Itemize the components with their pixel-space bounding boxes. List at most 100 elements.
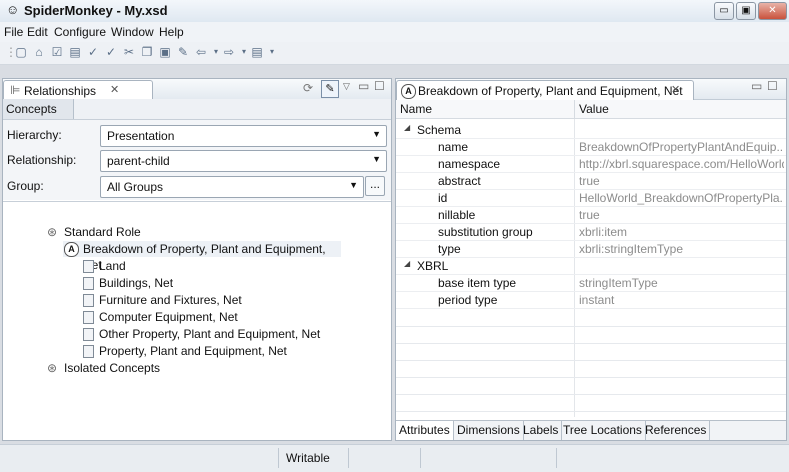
- export-icon[interactable]: ▤: [250, 45, 264, 59]
- link-editor-icon[interactable]: ✎: [321, 80, 339, 98]
- open-folder-icon[interactable]: ⌂: [32, 45, 46, 59]
- view-menu-icon[interactable]: ▽: [343, 81, 350, 92]
- tree-node-child[interactable]: Computer Equipment, Net: [81, 309, 381, 325]
- minimize-button[interactable]: ▭: [714, 2, 734, 20]
- relationships-tab-label: Relationships: [24, 84, 97, 98]
- property-value: xbrli:stringItemType: [579, 242, 684, 256]
- child-label: Computer Equipment, Net: [99, 310, 238, 324]
- back-dropdown-icon[interactable]: ▾: [209, 45, 223, 59]
- tree-header: [3, 201, 391, 223]
- window-title: SpiderMonkey - My.xsd: [24, 3, 168, 18]
- menu-edit[interactable]: Edit: [27, 25, 48, 39]
- concept-item-icon: [83, 260, 94, 273]
- menu-help[interactable]: Help: [159, 25, 184, 39]
- maximize-view-icon[interactable]: ☐: [767, 79, 778, 93]
- concept-tree: ⊛ Standard Role A Breakdown of Property,…: [3, 222, 391, 438]
- relationship-value: parent-child: [107, 154, 170, 168]
- xbrl-group-label: XBRL: [417, 259, 449, 273]
- tab-tree-locations[interactable]: Tree Locations: [560, 421, 646, 440]
- tree-node-isolated-concepts[interactable]: ⊛ Isolated Concepts: [3, 360, 391, 376]
- column-divider[interactable]: [574, 100, 575, 118]
- hierarchy-value: Presentation: [107, 129, 175, 143]
- tab-dimensions[interactable]: Dimensions: [454, 421, 524, 440]
- forward-icon[interactable]: ⇨: [222, 45, 236, 59]
- tree-node-child[interactable]: Buildings, Net: [81, 275, 381, 291]
- property-value: xbrli:item: [579, 225, 628, 239]
- tab-references[interactable]: References: [642, 421, 711, 440]
- schema-group-row[interactable]: ◢ Schema: [396, 122, 786, 139]
- property-name: name: [438, 140, 469, 154]
- value-column-header[interactable]: Value: [579, 102, 609, 116]
- status-bar: Writable: [0, 444, 789, 472]
- save-icon[interactable]: ▤: [68, 45, 82, 59]
- property-row[interactable]: name BreakdownOfPropertyPlantAndEquip...: [396, 139, 786, 156]
- tree-node-child[interactable]: Furniture and Fixtures, Net: [81, 292, 381, 308]
- xbrl-group-row[interactable]: ◢ XBRL: [396, 258, 786, 275]
- sync-icon[interactable]: ⟳: [303, 81, 313, 95]
- property-row[interactable]: namespace http://xbrl.squarespace.com/He…: [396, 156, 786, 173]
- tree-node-root-concept[interactable]: A Breakdown of Property, Plant and Equip…: [63, 241, 341, 272]
- tree-node-child[interactable]: Property, Plant and Equipment, Net: [81, 343, 381, 359]
- property-row[interactable]: base item type stringItemType: [396, 275, 786, 292]
- concept-item-icon: [83, 277, 94, 290]
- relationships-tab[interactable]: ⊫ Relationships ✕: [3, 80, 153, 100]
- concept-item-icon: [83, 294, 94, 307]
- copy-icon[interactable]: ❐: [140, 45, 154, 59]
- menu-window[interactable]: Window: [111, 25, 154, 39]
- status-divider: [348, 448, 349, 468]
- menu-configure[interactable]: Configure: [54, 25, 106, 39]
- property-row[interactable]: period type instant: [396, 292, 786, 309]
- check-icon[interactable]: ✓: [104, 45, 118, 59]
- property-row[interactable]: id HelloWorld_BreakdownOfPropertyPla...: [396, 190, 786, 207]
- group-select[interactable]: All Groups ▼: [100, 176, 364, 198]
- close-window-button[interactable]: ✕: [758, 2, 787, 20]
- menu-file[interactable]: File: [4, 25, 23, 39]
- concepts-subtab[interactable]: Concepts: [3, 99, 74, 119]
- close-icon[interactable]: ✕: [110, 83, 119, 96]
- expand-triangle-icon[interactable]: ◢: [404, 259, 410, 268]
- relationship-select[interactable]: parent-child ▼: [100, 150, 387, 172]
- tree-node-child[interactable]: Land: [81, 258, 381, 274]
- property-row[interactable]: abstract true: [396, 173, 786, 190]
- chevron-down-icon: ▼: [372, 129, 381, 139]
- property-value: http://xbrl.squarespace.com/HelloWorld: [579, 157, 784, 171]
- minimize-view-icon[interactable]: ▭: [751, 79, 762, 93]
- back-icon[interactable]: ⇦: [194, 45, 208, 59]
- empty-row-line: [396, 394, 786, 395]
- property-value: stringItemType: [579, 276, 658, 290]
- forward-dropdown-icon[interactable]: ▾: [237, 45, 251, 59]
- minimize-view-icon[interactable]: ▭: [358, 79, 369, 93]
- property-row[interactable]: nillable true: [396, 207, 786, 224]
- maximize-button[interactable]: ▣: [736, 2, 756, 20]
- cut-icon[interactable]: ✂: [122, 45, 136, 59]
- empty-row-line: [396, 360, 786, 361]
- checkbox-icon[interactable]: ☑: [50, 45, 64, 59]
- property-row[interactable]: substitution group xbrli:item: [396, 224, 786, 241]
- concept-item-icon: [83, 328, 94, 341]
- export-dropdown-icon[interactable]: ▾: [265, 45, 279, 59]
- name-column-header[interactable]: Name: [400, 102, 432, 116]
- relationships-panel: ⊫ Relationships ✕ ⟳ ✎ ▽ ▭ ☐ Concepts Hie…: [2, 78, 392, 441]
- tree-node-child[interactable]: Other Property, Plant and Equipment, Net: [81, 326, 381, 342]
- group-more-button[interactable]: ...: [365, 176, 385, 196]
- expand-triangle-icon[interactable]: ◢: [404, 123, 410, 132]
- property-row[interactable]: type xbrli:stringItemType: [396, 241, 786, 258]
- paste-icon[interactable]: ▣: [158, 45, 172, 59]
- empty-row-line: [396, 377, 786, 378]
- properties-tab[interactable]: A Breakdown of Property, Plant and Equip…: [396, 80, 694, 100]
- concepts-subtab-bar: Concepts: [3, 99, 391, 120]
- hierarchy-select[interactable]: Presentation ▼: [100, 125, 387, 147]
- maximize-view-icon[interactable]: ☐: [374, 79, 385, 93]
- property-value: HelloWorld_BreakdownOfPropertyPla...: [579, 191, 784, 205]
- edit-icon[interactable]: ✎: [176, 45, 190, 59]
- tab-labels[interactable]: Labels: [520, 421, 563, 440]
- chevron-down-icon: ▼: [372, 154, 381, 164]
- tab-attributes[interactable]: Attributes: [396, 421, 454, 440]
- status-writable: Writable: [286, 451, 330, 465]
- validate-icon[interactable]: ✓: [86, 45, 100, 59]
- empty-row-line: [396, 411, 786, 412]
- new-file-icon[interactable]: ▢: [14, 45, 28, 59]
- close-icon[interactable]: ✕: [671, 83, 680, 96]
- tree-node-standard-role[interactable]: ⊛ Standard Role: [3, 224, 391, 240]
- properties-tab-header: A Breakdown of Property, Plant and Equip…: [396, 79, 786, 100]
